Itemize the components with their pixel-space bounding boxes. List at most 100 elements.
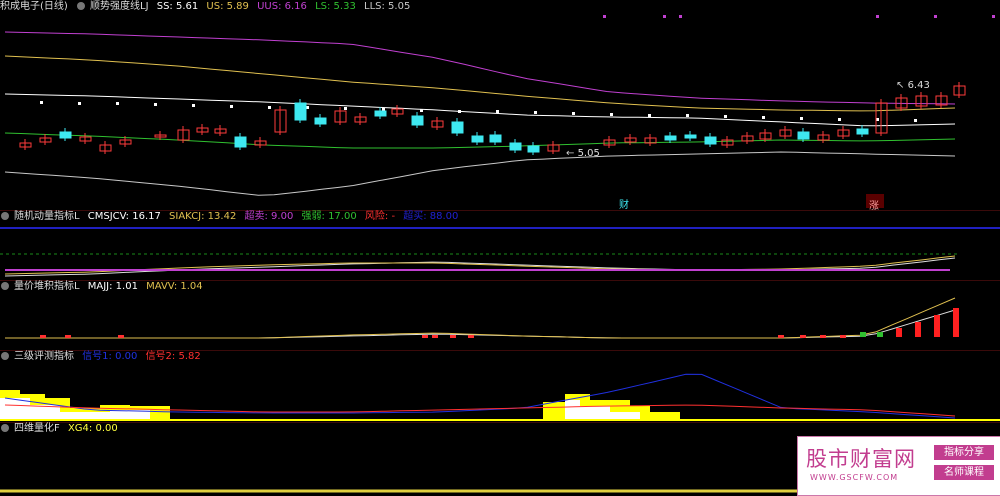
uus-line: [4, 31, 956, 105]
siakcj-value: SIAKCJ: 13.42: [169, 211, 237, 222]
ss-dot: [40, 101, 43, 104]
mavv-value: MAVV: 1.04: [146, 281, 203, 292]
volume-bar: [820, 335, 826, 338]
momentum-title[interactable]: 随机动量指标L: [14, 211, 80, 222]
volume-price-panel[interactable]: 量价堆积指标L MAJJ: 1.01 MAVV: 1.04: [0, 280, 1000, 350]
volume-bar: [840, 335, 846, 338]
candlestick-chart[interactable]: [0, 0, 1000, 210]
candle-body: [704, 136, 717, 145]
candle-body: [509, 142, 522, 151]
ss-dot: [800, 117, 803, 120]
candle-body: [314, 117, 327, 125]
ss-dot: [154, 103, 157, 106]
volume-bar: [860, 332, 866, 337]
signal1-line: [4, 373, 956, 419]
ss-dot: [838, 118, 841, 121]
ss-dot: [572, 112, 575, 115]
four-dimension-title[interactable]: 四维量化F: [14, 423, 60, 434]
ss-dot: [230, 105, 233, 108]
ls-value: LS: 5.33: [315, 1, 356, 12]
candle-body: [856, 128, 869, 135]
settings-dot-icon[interactable]: [77, 2, 85, 10]
ss-dot: [78, 102, 81, 105]
watermark-badge-share[interactable]: 指标分享: [934, 445, 994, 460]
ss-dot: [534, 111, 537, 114]
uus-value: UUS: 6.16: [257, 1, 307, 12]
watermark-url: WWW.GSCFW.COM: [810, 473, 899, 482]
candle-body: [684, 134, 697, 139]
candle-body: [489, 134, 502, 143]
ss-dot: [420, 109, 423, 112]
volume-bar: [118, 335, 124, 338]
candle-body: [294, 102, 307, 121]
qiangruo-value: 强弱: 17.00: [301, 211, 357, 222]
main-chart-header: 积成电子(日线) 顺势强度线LJ SS: 5.61 US: 5.89 UUS: …: [0, 0, 415, 14]
candle-body: [451, 121, 464, 134]
finance-marker[interactable]: 财: [619, 196, 629, 211]
volume-bar: [800, 335, 806, 338]
signal-tick: [992, 15, 995, 18]
indicator-name[interactable]: 顺势强度线LJ: [90, 1, 149, 12]
site-watermark[interactable]: 股市财富网 WWW.GSCFW.COM 指标分享 名师课程: [797, 436, 1000, 496]
volume-bar: [450, 335, 456, 338]
ss-dot: [268, 106, 271, 109]
volume-bar: [877, 332, 883, 337]
high-price-label: ↖ 6.43: [896, 80, 930, 91]
settings-dot-icon[interactable]: [1, 352, 9, 360]
low-price-label: ← 5.05: [566, 148, 600, 159]
settings-dot-icon[interactable]: [1, 282, 9, 290]
signal-tick: [603, 15, 606, 18]
zhang-marker[interactable]: 涨: [866, 194, 884, 212]
ss-dot: [914, 119, 917, 122]
ss-dot: [116, 102, 119, 105]
candle-body: [234, 136, 247, 148]
candle-body: [527, 145, 540, 153]
signal-tick: [876, 15, 879, 18]
three-level-panel[interactable]: 三级评测指标 信号1: 0.00 信号2: 5.82: [0, 350, 1000, 422]
fengxian-value: 风险: -: [364, 211, 396, 222]
three-level-header: 三级评测指标 信号1: 0.00 信号2: 5.82: [0, 350, 206, 364]
stock-name: 积成电子: [0, 1, 40, 12]
cmsjcv-line: [4, 257, 956, 277]
ss-dot: [724, 115, 727, 118]
volume-bar: [65, 335, 71, 338]
candle-body: [797, 131, 810, 140]
volume-bar: [953, 308, 959, 337]
momentum-indicator-panel[interactable]: 随机动量指标L CMSJCV: 16.17 SIAKCJ: 13.42 超卖: …: [0, 210, 1000, 280]
ss-value: SS: 5.61: [156, 1, 199, 12]
watermark-title: 股市财富网: [806, 447, 916, 471]
ss-dot: [496, 110, 499, 113]
majj-line: [5, 309, 956, 339]
ss-dot: [762, 116, 765, 119]
three-level-title[interactable]: 三级评测指标: [14, 351, 74, 362]
volume-bar: [934, 315, 940, 337]
candle-body: [411, 115, 424, 126]
volume-bar: [432, 335, 438, 338]
ss-dot: [648, 114, 651, 117]
volume-bar: [915, 322, 921, 337]
lls-value: LLS: 5.05: [364, 1, 411, 12]
candle-body: [59, 131, 72, 139]
mavv-line: [5, 297, 956, 339]
watermark-badge-course[interactable]: 名师课程: [934, 465, 994, 480]
settings-dot-icon[interactable]: [1, 212, 9, 220]
volume-bar: [896, 328, 902, 337]
cmsjcv-value: CMSJCV: 16.17: [87, 211, 161, 222]
xg4-value: XG4: 0.00: [67, 423, 118, 434]
volume-price-title[interactable]: 量价堆积指标L: [14, 281, 80, 292]
ss-dot: [192, 104, 195, 107]
ss-dot: [686, 114, 689, 117]
signal-tick: [679, 15, 682, 18]
candle-body: [471, 135, 484, 143]
signal1-value: 信号1: 0.00: [82, 351, 138, 362]
main-chart-panel[interactable]: 积成电子(日线) 顺势强度线LJ SS: 5.61 US: 5.89 UUS: …: [0, 0, 1000, 212]
lls-line: [4, 151, 956, 196]
period-label: (日线): [40, 1, 68, 12]
candle-body: [664, 135, 677, 141]
settings-dot-icon[interactable]: [1, 424, 9, 432]
momentum-header: 随机动量指标L CMSJCV: 16.17 SIAKCJ: 13.42 超卖: …: [0, 210, 463, 224]
volume-bar: [468, 335, 474, 338]
volume-price-header: 量价堆积指标L MAJJ: 1.01 MAVV: 1.04: [0, 280, 208, 294]
signal2-value: 信号2: 5.82: [145, 351, 201, 362]
candle-body: [374, 110, 387, 117]
